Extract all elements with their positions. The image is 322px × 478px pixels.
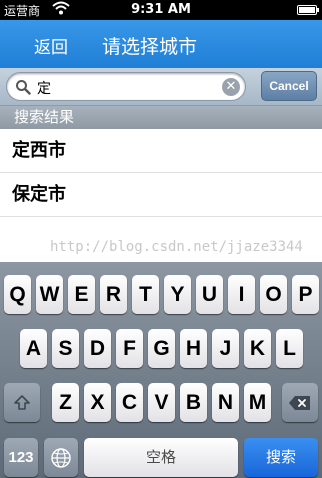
key-r[interactable]: R [100, 275, 127, 314]
results-list: 定西市 保定市 [0, 129, 322, 217]
key-j[interactable]: J [212, 329, 239, 368]
battery-icon [297, 5, 319, 15]
delete-icon [289, 395, 310, 410]
watermark: http://blog.csdn.net/jjaze3344 [50, 239, 303, 255]
results-header: 搜索结果 [0, 106, 322, 129]
list-item[interactable]: 定西市 [0, 129, 322, 173]
search-input[interactable]: 定 ✕ [6, 72, 246, 101]
numbers-key[interactable]: 123 [4, 438, 38, 477]
key-k[interactable]: K [244, 329, 271, 368]
space-key[interactable]: 空格 [84, 438, 238, 477]
key-o[interactable]: O [260, 275, 287, 314]
key-i[interactable]: I [228, 275, 255, 314]
key-z[interactable]: Z [52, 383, 79, 422]
key-s[interactable]: S [52, 329, 79, 368]
key-f[interactable]: F [116, 329, 143, 368]
key-e[interactable]: E [68, 275, 95, 314]
nav-bar: 返回 请选择城市 [0, 20, 322, 68]
key-t[interactable]: T [132, 275, 159, 314]
key-u[interactable]: U [196, 275, 223, 314]
key-l[interactable]: L [276, 329, 303, 368]
key-a[interactable]: A [20, 329, 47, 368]
search-key[interactable]: 搜索 [244, 438, 318, 477]
key-m[interactable]: M [244, 383, 271, 422]
key-h[interactable]: H [180, 329, 207, 368]
key-y[interactable]: Y [164, 275, 191, 314]
key-x[interactable]: X [84, 383, 111, 422]
key-d[interactable]: D [84, 329, 111, 368]
key-p[interactable]: P [292, 275, 319, 314]
clear-icon[interactable]: ✕ [222, 78, 240, 96]
search-icon [15, 79, 31, 95]
delete-key[interactable] [282, 383, 318, 422]
shift-icon [14, 394, 30, 410]
key-b[interactable]: B [180, 383, 207, 422]
list-item[interactable]: 保定市 [0, 173, 322, 217]
key-w[interactable]: W [36, 275, 63, 314]
key-c[interactable]: C [116, 383, 143, 422]
key-v[interactable]: V [148, 383, 175, 422]
keyboard: Q W E R T Y U I O P A S D F G H J K L Z … [0, 262, 322, 478]
back-button[interactable]: 返回 [34, 33, 68, 58]
cancel-button[interactable]: Cancel [261, 71, 317, 101]
globe-icon [51, 447, 71, 468]
key-q[interactable]: Q [4, 275, 31, 314]
shift-key[interactable] [4, 383, 40, 422]
search-bar: 定 ✕ Cancel [0, 68, 322, 106]
page-title: 请选择城市 [102, 36, 198, 58]
key-g[interactable]: G [148, 329, 175, 368]
status-bar: 运营商 9:31 AM [0, 0, 322, 20]
search-query: 定 [37, 81, 51, 97]
globe-key[interactable] [44, 438, 78, 477]
status-time: 9:31 AM [131, 2, 191, 17]
key-n[interactable]: N [212, 383, 239, 422]
